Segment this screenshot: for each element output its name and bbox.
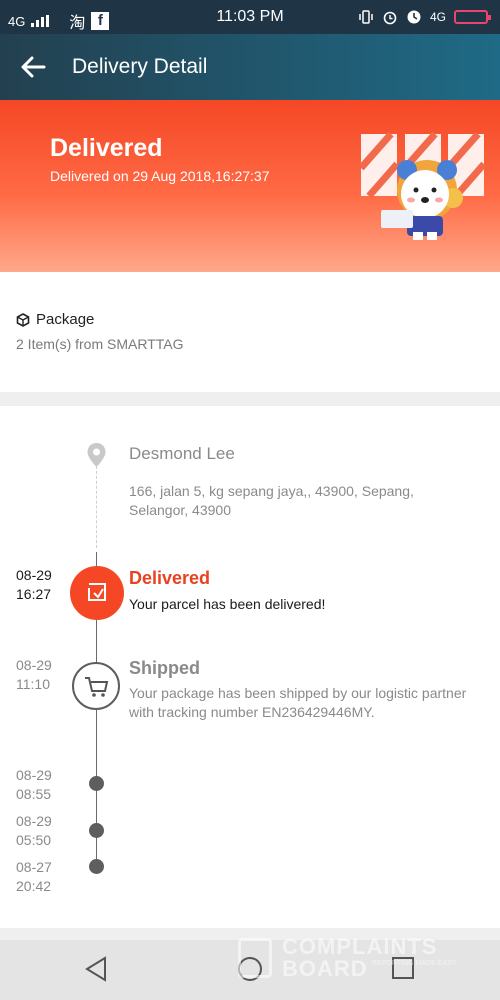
event-date: 08-29 bbox=[16, 767, 52, 783]
recipient-address: 166, jalan 5, kg sepang jaya,, 43900, Se… bbox=[129, 483, 414, 518]
timeline-dot bbox=[89, 776, 104, 791]
recipient-connector bbox=[96, 466, 97, 548]
event-date: 08-29 bbox=[16, 813, 52, 829]
package-items: 2 Item(s) from SMARTTAG bbox=[16, 336, 184, 352]
tracking-timeline: Desmond Lee 166, jalan 5, kg sepang jaya… bbox=[0, 406, 500, 928]
package-header: Package bbox=[16, 311, 94, 328]
event-description: Your parcel has been delivered! bbox=[129, 596, 326, 612]
sync-icon bbox=[407, 10, 421, 24]
delivered-box-icon bbox=[88, 583, 106, 601]
network-label-right: 4G bbox=[429, 10, 446, 24]
vibrate-icon bbox=[359, 10, 373, 24]
watermark-tagline: REPORTING MADE EASY bbox=[372, 960, 457, 967]
event-timestamp: 08-29 16:27 bbox=[16, 566, 52, 604]
shipped-badge bbox=[72, 662, 120, 710]
package-icon bbox=[16, 312, 30, 327]
alarm-icon bbox=[383, 11, 397, 25]
recipient-name: Desmond Lee bbox=[129, 444, 235, 463]
delivery-status: Delivered bbox=[50, 134, 163, 162]
event-title: Delivered bbox=[129, 568, 211, 588]
back-button[interactable] bbox=[18, 52, 48, 82]
event-date: 08-27 bbox=[16, 859, 52, 875]
shopping-cart-icon bbox=[85, 677, 109, 697]
event-time: 16:27 bbox=[16, 586, 52, 602]
package-card: Package 2 Item(s) from SMARTTAG bbox=[0, 272, 500, 392]
event-timestamp: 08-29 11:10 bbox=[16, 656, 52, 694]
event-description: Your package has been shipped by our log… bbox=[129, 685, 467, 720]
event-title: Shipped bbox=[129, 658, 200, 678]
location-pin-icon bbox=[87, 443, 106, 467]
status-bar: 4G 淘 f 11:03 PM 4G bbox=[0, 0, 500, 34]
event-time: 05:50 bbox=[16, 832, 52, 848]
status-right: 4G bbox=[358, 9, 491, 25]
timeline-dot bbox=[89, 859, 104, 874]
watermark-logo bbox=[238, 938, 272, 978]
package-label: Package bbox=[36, 311, 95, 328]
event-date: 08-29 bbox=[16, 657, 52, 673]
event-time: 11:10 bbox=[16, 676, 50, 692]
delivery-status-banner: Delivered Delivered on 29 Aug 2018,16:27… bbox=[0, 100, 500, 272]
app-bar: Delivery Detail bbox=[0, 34, 500, 100]
event-time: 08:55 bbox=[16, 786, 52, 802]
watermark-line-2: BOARD bbox=[282, 956, 368, 981]
event-date: 08-29 bbox=[16, 567, 52, 583]
arrow-left-icon bbox=[21, 56, 46, 78]
delivered-badge bbox=[70, 566, 124, 620]
battery-icon bbox=[454, 10, 491, 24]
event-timestamp: 08-29 08:55 bbox=[16, 766, 52, 804]
event-time: 20:42 bbox=[16, 878, 52, 894]
timeline-line bbox=[96, 620, 97, 664]
delivery-date: Delivered on 29 Aug 2018,16:27:37 bbox=[50, 168, 270, 184]
triangle-back-icon bbox=[85, 956, 106, 982]
event-timestamp: 08-29 05:50 bbox=[16, 812, 52, 850]
timeline-dot bbox=[89, 823, 104, 838]
mascot-illustration bbox=[358, 131, 487, 240]
event-timestamp: 08-27 20:42 bbox=[16, 858, 52, 896]
timeline-line bbox=[96, 552, 97, 566]
page-title: Delivery Detail bbox=[72, 55, 208, 78]
nav-back-button[interactable] bbox=[84, 956, 108, 987]
